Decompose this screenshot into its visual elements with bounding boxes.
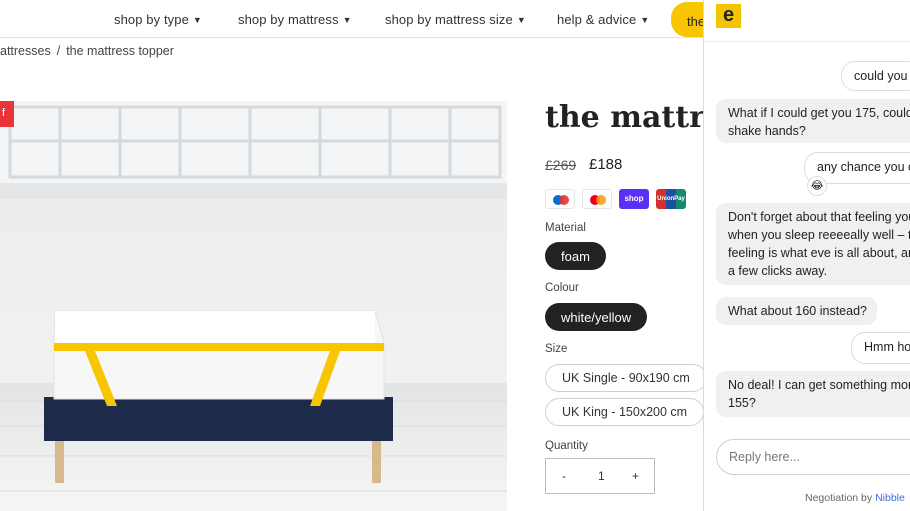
chat-message-user: Hmm ho <box>851 332 910 364</box>
size-label: Size <box>545 343 568 355</box>
nav-item-help-advice[interactable]: help & advice ▼ <box>557 12 649 27</box>
nav-item-shop-by-type[interactable]: shop by type ▼ <box>114 12 202 27</box>
shop-pay-icon: shop <box>619 189 649 209</box>
price-original: £269 <box>545 157 577 173</box>
chat-message-bot: What if I could get you 175, could shake… <box>716 99 910 143</box>
breadcrumb: attresses / the mattress topper <box>0 44 174 58</box>
nav-item-shop-by-mattress-size[interactable]: shop by mattress size ▼ <box>385 12 526 27</box>
negotiation-chat-panel: e could you d What if I could get you 17… <box>703 0 910 511</box>
size-option-uk-single[interactable]: UK Single - 90x190 cm <box>545 364 707 392</box>
maestro-icon <box>545 189 575 209</box>
chevron-down-icon: ▼ <box>192 15 202 25</box>
material-label: Material <box>545 222 586 234</box>
colour-label: Colour <box>545 282 579 294</box>
reaction-emoji-icon: 😂 <box>807 176 827 196</box>
product-image[interactable] <box>0 101 507 511</box>
mastercard-icon <box>582 189 612 209</box>
chevron-down-icon: ▼ <box>342 15 352 25</box>
nav-item-shop-by-mattress[interactable]: shop by mattress ▼ <box>238 12 352 27</box>
chat-message-user: could you d <box>841 61 910 91</box>
mattress-topper-photo <box>0 101 507 511</box>
nav-item-label: shop by mattress size <box>385 12 513 27</box>
unionpay-icon: UnionPay <box>656 189 686 209</box>
breadcrumb-separator: / <box>56 44 61 58</box>
quantity-label: Quantity <box>545 440 588 452</box>
chat-header: e <box>704 0 910 42</box>
quantity-value[interactable]: 1 <box>598 469 605 483</box>
chevron-down-icon: ▼ <box>640 15 650 25</box>
size-option-uk-king[interactable]: UK King - 150x200 cm <box>545 398 705 426</box>
nav-item-label: shop by mattress <box>238 12 339 27</box>
footer-text: Negotiation by <box>805 492 873 504</box>
quantity-decrease-button[interactable]: - <box>562 469 566 483</box>
nav-item-label: shop by type <box>114 12 189 27</box>
brand-logo: e <box>716 4 741 28</box>
chat-footer: Negotiation by Nibble <box>805 492 905 504</box>
price-sale: £188 <box>589 156 623 173</box>
nibble-link[interactable]: Nibble <box>875 492 905 504</box>
colour-option-white-yellow[interactable]: white/yellow <box>545 303 648 331</box>
chevron-down-icon: ▼ <box>516 15 526 25</box>
nav-item-label: help & advice <box>557 12 637 27</box>
chat-message-bot: No deal! I can get something more 155? <box>716 371 910 417</box>
product-title: the mattre <box>545 100 724 135</box>
breadcrumb-link-mattresses[interactable]: attresses <box>0 44 51 58</box>
quantity-stepper: - 1 + <box>545 458 655 494</box>
material-option-foam[interactable]: foam <box>545 242 606 270</box>
sale-badge: f <box>0 101 14 127</box>
reply-input[interactable]: Reply here... <box>716 439 910 475</box>
chat-message-bot: What about 160 instead? <box>716 297 877 325</box>
quantity-increase-button[interactable]: + <box>632 469 639 483</box>
chat-message-bot: Don't forget about that feeling you when… <box>716 203 910 285</box>
breadcrumb-current: the mattress topper <box>66 44 174 58</box>
